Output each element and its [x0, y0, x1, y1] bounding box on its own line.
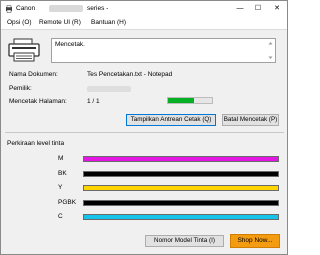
section-divider: [5, 132, 284, 133]
ink-label: C: [58, 213, 63, 220]
printer-status-window: Canon series - — ☐ ✕ Opsi (O) Remote UI …: [0, 0, 288, 255]
cancel-printing-button[interactable]: Batal Mencetak (P): [222, 114, 279, 126]
document-name-value: Tes Pencetakan.txt - Notepad: [87, 71, 173, 78]
ink-label: M: [58, 155, 64, 162]
status-message: Mencetak.: [55, 41, 85, 48]
print-progress-bar: [167, 97, 213, 104]
ink-label: Y: [58, 184, 63, 191]
pages-label: Mencetak Halaman:: [9, 98, 67, 105]
close-button[interactable]: ✕: [271, 3, 283, 14]
maximize-button[interactable]: ☐: [252, 3, 264, 14]
title-bar[interactable]: Canon series - — ☐ ✕: [1, 1, 287, 17]
menu-help[interactable]: Bantuan (H): [91, 19, 126, 26]
printer-app-icon: [6, 5, 12, 13]
redacted-owner: [87, 86, 131, 92]
minimize-button[interactable]: —: [234, 3, 246, 14]
ink-level-bar: [83, 156, 279, 162]
ink-level-bar: [83, 170, 279, 177]
menu-options[interactable]: Opsi (O): [7, 19, 32, 26]
ink-label: PGBK: [58, 198, 77, 206]
pages-value: 1 / 1: [87, 98, 100, 105]
menu-separator: [1, 29, 287, 30]
ink-level-bar: [83, 185, 279, 191]
printer-icon: [8, 38, 40, 62]
owner-label: Pemilik:: [9, 85, 32, 92]
ink-level-bar: [83, 214, 279, 220]
status-scrollbar[interactable]: [267, 40, 274, 61]
window-title-prefix: Canon: [16, 5, 36, 12]
ink-level-title: Perkiraan level tinta: [7, 140, 65, 147]
print-progress-fill: [168, 98, 195, 103]
menu-remote-ui[interactable]: Remote UI (R): [39, 19, 81, 26]
ink-level-bar: [83, 199, 279, 206]
document-name-label: Nama Dokumen:: [9, 71, 58, 78]
shop-now-button[interactable]: Shop Now...: [230, 234, 280, 248]
ink-label: BK: [58, 169, 67, 177]
menu-bar: Opsi (O) Remote UI (R) Bantuan (H): [1, 17, 287, 29]
show-print-queue-button[interactable]: Tampilkan Antrean Cetak (Q): [126, 114, 216, 126]
redacted-model-name: [49, 5, 83, 12]
window-title-suffix: series -: [87, 5, 109, 12]
status-message-box: Mencetak.: [51, 38, 276, 63]
ink-model-number-button[interactable]: Nomor Model Tinta (I): [145, 235, 224, 247]
